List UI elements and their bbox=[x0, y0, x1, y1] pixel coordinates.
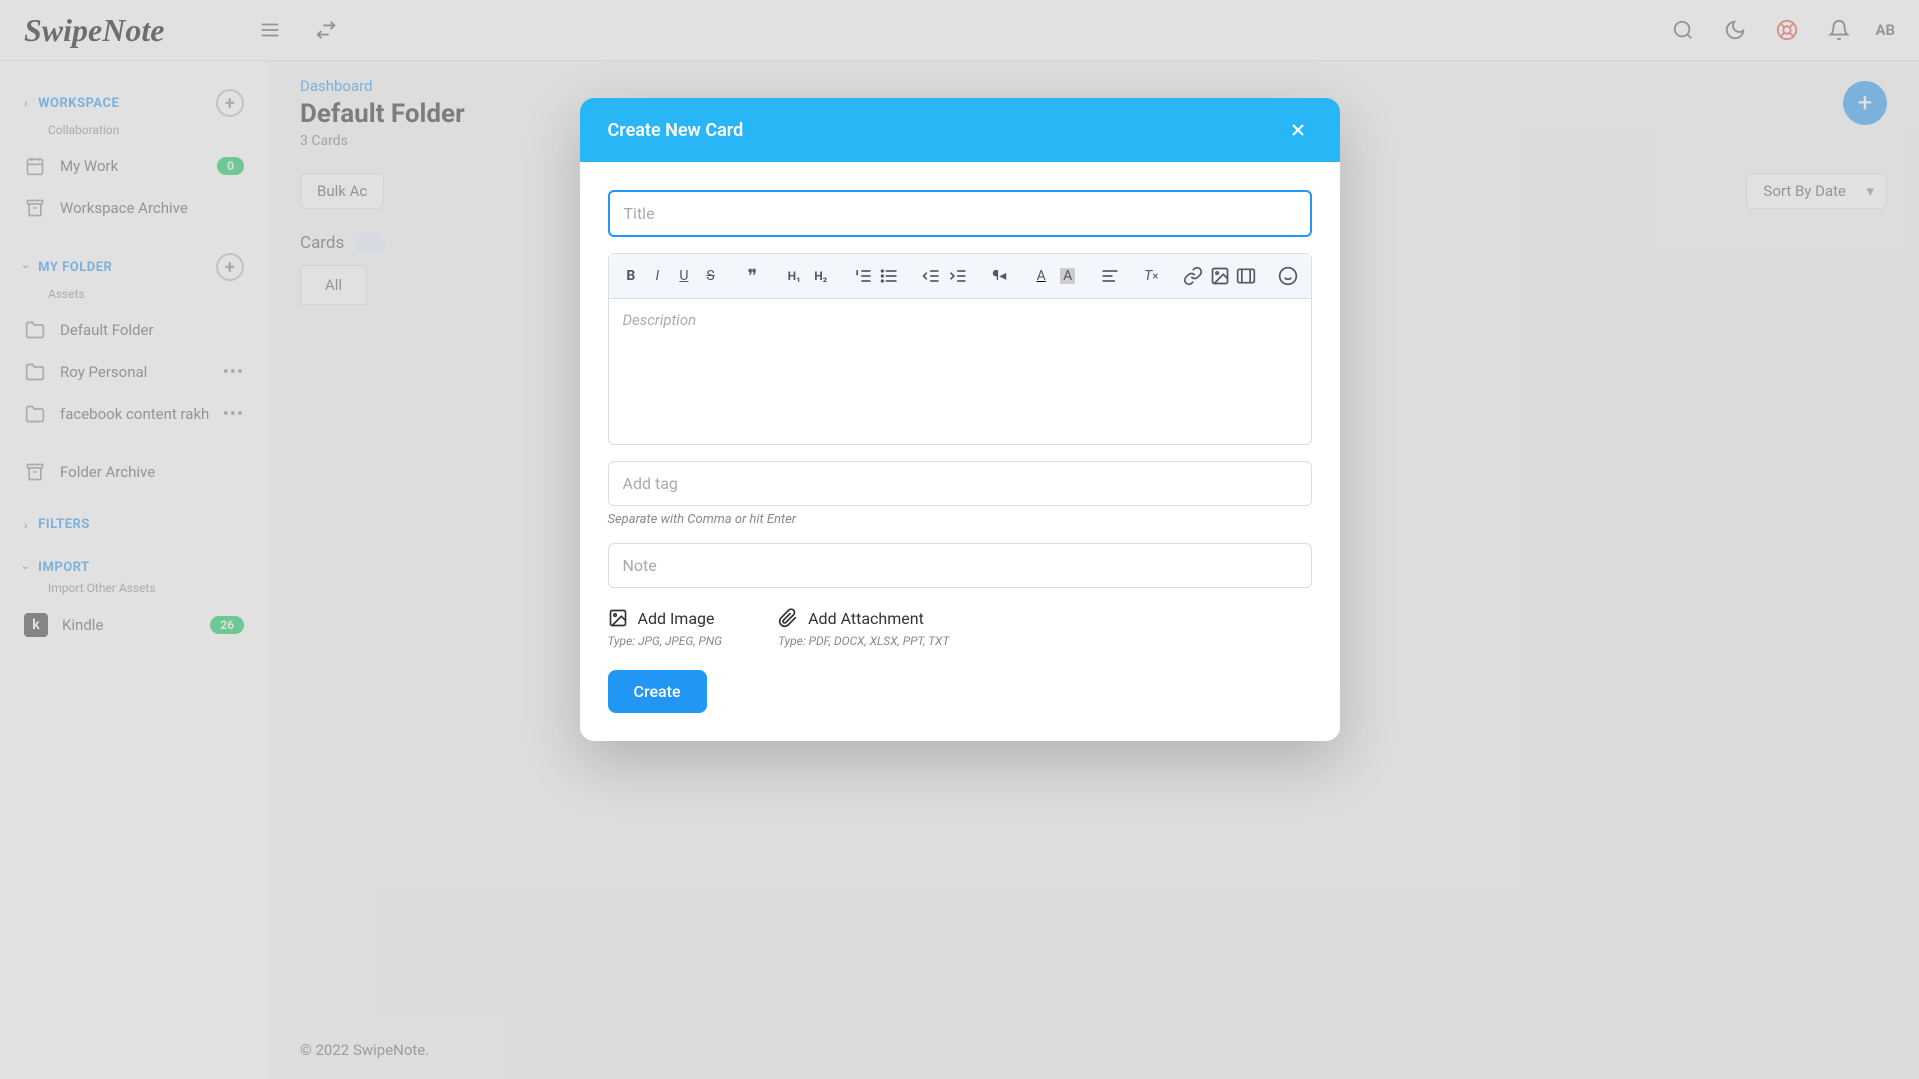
indent-icon[interactable] bbox=[945, 262, 970, 290]
link-icon[interactable] bbox=[1181, 262, 1206, 290]
paragraph-direction-icon[interactable]: ¶◂ bbox=[987, 262, 1012, 290]
video-icon[interactable] bbox=[1234, 262, 1259, 290]
add-attachment-button[interactable]: Add Attachment bbox=[778, 608, 949, 628]
editor-toolbar: B I U S ❞ H₁ H₂ ¶◂ A A bbox=[609, 254, 1311, 299]
create-card-modal: Create New Card B I U S ❞ H₁ H₂ bbox=[580, 98, 1340, 741]
add-attachment-label: Add Attachment bbox=[808, 609, 924, 628]
image-types: Type: JPG, JPEG, PNG bbox=[608, 634, 723, 648]
add-image-button[interactable]: Add Image bbox=[608, 608, 723, 628]
italic-icon[interactable]: I bbox=[645, 262, 670, 290]
tag-hint: Separate with Comma or hit Enter bbox=[608, 512, 1312, 527]
quote-icon[interactable]: ❞ bbox=[740, 262, 765, 290]
description-input[interactable]: Description bbox=[609, 299, 1311, 444]
tag-input[interactable] bbox=[608, 461, 1312, 506]
strike-icon[interactable]: S bbox=[698, 262, 723, 290]
highlight-icon[interactable]: A bbox=[1055, 262, 1080, 290]
note-input[interactable] bbox=[608, 543, 1312, 588]
emoji-icon[interactable] bbox=[1276, 262, 1301, 290]
create-button[interactable]: Create bbox=[608, 670, 707, 713]
ordered-list-icon[interactable] bbox=[850, 262, 875, 290]
underline-icon[interactable]: U bbox=[672, 262, 697, 290]
card-title-input[interactable] bbox=[608, 190, 1312, 237]
rich-editor: B I U S ❞ H₁ H₂ ¶◂ A A bbox=[608, 253, 1312, 445]
clear-format-icon[interactable]: T× bbox=[1139, 262, 1164, 290]
h2-icon[interactable]: H₂ bbox=[808, 262, 833, 290]
image-icon[interactable] bbox=[1207, 262, 1232, 290]
attachment-types: Type: PDF, DOCX, XLSX, PPT, TXT bbox=[778, 634, 949, 648]
text-color-icon[interactable]: A bbox=[1029, 262, 1054, 290]
bold-icon[interactable]: B bbox=[619, 262, 644, 290]
close-icon[interactable] bbox=[1284, 116, 1312, 144]
modal-title: Create New Card bbox=[608, 120, 744, 141]
align-icon[interactable] bbox=[1097, 262, 1122, 290]
outdent-icon[interactable] bbox=[919, 262, 944, 290]
unordered-list-icon[interactable] bbox=[877, 262, 902, 290]
h1-icon[interactable]: H₁ bbox=[782, 262, 807, 290]
add-image-label: Add Image bbox=[638, 609, 715, 628]
modal-header: Create New Card bbox=[580, 98, 1340, 162]
